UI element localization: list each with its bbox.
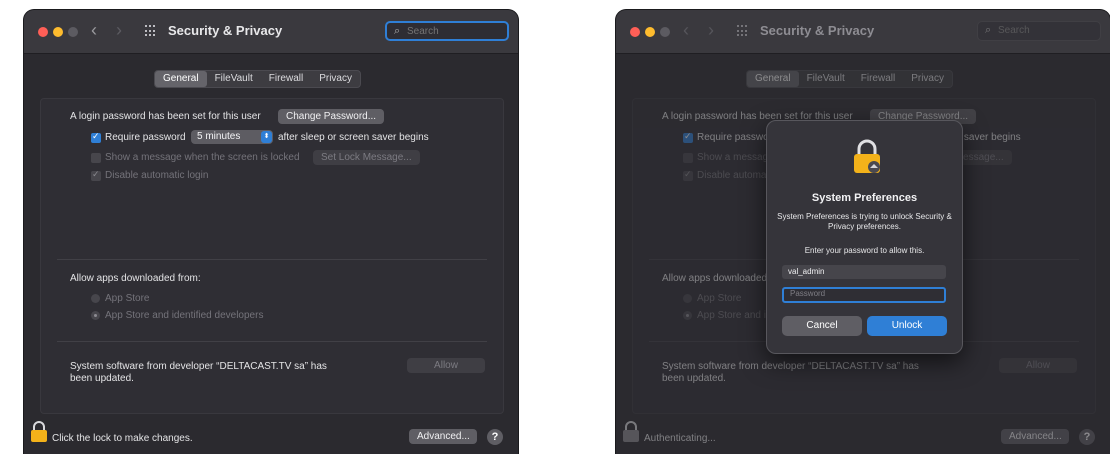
- password-field[interactable]: Password: [782, 287, 946, 303]
- cancel-button[interactable]: Cancel: [782, 316, 862, 336]
- lock-status-text: Authenticating...: [644, 433, 716, 444]
- require-password-checkbox[interactable]: [91, 131, 101, 143]
- help-button[interactable]: ?: [487, 429, 503, 445]
- lock-status-text: Click the lock to make changes.: [52, 433, 193, 444]
- dialog-title: System Preferences: [811, 192, 918, 204]
- dialog-message: System Preferences is trying to unlock S…: [777, 212, 952, 231]
- back-arrow-icon[interactable]: ‹: [683, 20, 689, 41]
- window-title: Security & Privacy: [168, 23, 283, 38]
- tab-firewall[interactable]: Firewall: [261, 71, 311, 87]
- change-password-button[interactable]: Change Password...: [278, 109, 385, 124]
- disable-login-label: Disable automatic login: [105, 170, 209, 181]
- require-interval-value: 5 minutes: [197, 131, 241, 142]
- show-all-grid-icon[interactable]: [737, 25, 749, 37]
- minimize-button[interactable]: [645, 27, 655, 37]
- padlock-icon: [854, 139, 880, 173]
- allow-button[interactable]: Allow: [407, 358, 485, 373]
- after-sleep-label: after sleep or screen saver begins: [278, 132, 429, 143]
- tab-general[interactable]: General: [747, 71, 799, 87]
- require-password-label: Require password: [105, 132, 186, 143]
- tab-filevault[interactable]: FileVault: [207, 71, 261, 87]
- search-input[interactable]: [407, 24, 503, 38]
- show-message-label: Show a message when the screen is locked: [105, 152, 300, 163]
- advanced-button[interactable]: Advanced...: [1001, 429, 1069, 444]
- app-store-radio[interactable]: [683, 294, 692, 303]
- disable-login-checkbox[interactable]: [91, 169, 101, 181]
- minimize-button[interactable]: [53, 27, 63, 37]
- search-field[interactable]: ⌕: [977, 21, 1101, 41]
- require-password-checkbox[interactable]: [683, 131, 693, 143]
- security-privacy-window-authenticating: ‹ › Security & Privacy ⌕ General FileVau…: [616, 10, 1110, 454]
- show-message-checkbox[interactable]: [683, 153, 693, 163]
- lock-icon[interactable]: [622, 421, 640, 443]
- forward-arrow-icon[interactable]: ›: [708, 20, 714, 41]
- set-lock-message-button[interactable]: Set Lock Message...: [313, 150, 420, 165]
- app-store-label: App Store: [105, 293, 150, 304]
- close-button[interactable]: [38, 27, 48, 37]
- window-title: Security & Privacy: [760, 23, 875, 38]
- search-icon: ⌕: [394, 25, 401, 37]
- app-store-developers-label: App Store and identified developers: [105, 310, 264, 321]
- title-bar: ‹ › Security & Privacy ⌕: [24, 10, 518, 54]
- zoom-button[interactable]: [660, 27, 670, 37]
- zoom-button[interactable]: [68, 27, 78, 37]
- app-store-developers-radio[interactable]: [683, 311, 692, 320]
- search-input[interactable]: [998, 23, 1094, 37]
- username-field[interactable]: val_admin: [782, 265, 946, 279]
- unlock-button[interactable]: Unlock: [867, 316, 947, 336]
- footer: Click the lock to make changes. Advanced…: [24, 417, 518, 454]
- search-icon: ⌕: [985, 24, 992, 36]
- disable-login-checkbox[interactable]: [683, 169, 693, 181]
- system-software-text: System software from developer “DELTACAS…: [662, 361, 919, 384]
- general-panel: A login password has been set for this u…: [40, 98, 504, 414]
- app-store-label: App Store: [697, 293, 742, 304]
- divider: [57, 341, 487, 342]
- app-store-radio[interactable]: [91, 294, 100, 303]
- tab-privacy[interactable]: Privacy: [903, 71, 952, 87]
- tab-privacy[interactable]: Privacy: [311, 71, 360, 87]
- tab-firewall[interactable]: Firewall: [853, 71, 903, 87]
- lock-icon[interactable]: [30, 421, 48, 443]
- login-password-label: A login password has been set for this u…: [70, 111, 261, 122]
- tab-filevault[interactable]: FileVault: [799, 71, 853, 87]
- app-store-developers-radio[interactable]: [91, 311, 100, 320]
- allow-button[interactable]: Allow: [999, 358, 1077, 373]
- require-interval-select[interactable]: 5 minutes ⬍: [191, 130, 273, 144]
- help-button[interactable]: ?: [1079, 429, 1095, 445]
- back-arrow-icon[interactable]: ‹: [91, 20, 97, 41]
- tab-general[interactable]: General: [155, 71, 207, 87]
- title-bar: ‹ › Security & Privacy ⌕: [616, 10, 1110, 54]
- security-privacy-window: ‹ › Security & Privacy ⌕ General FileVau…: [24, 10, 518, 454]
- tab-bar: General FileVault Firewall Privacy: [746, 70, 953, 88]
- tab-bar: General FileVault Firewall Privacy: [154, 70, 361, 88]
- chevron-updown-icon: ⬍: [261, 131, 272, 143]
- search-field[interactable]: ⌕: [385, 21, 509, 41]
- close-button[interactable]: [630, 27, 640, 37]
- system-software-text: System software from developer “DELTACAS…: [70, 361, 327, 384]
- show-all-grid-icon[interactable]: [145, 25, 157, 37]
- divider: [57, 259, 487, 260]
- forward-arrow-icon[interactable]: ›: [116, 20, 122, 41]
- advanced-button[interactable]: Advanced...: [409, 429, 477, 444]
- footer: Authenticating... Advanced... ?: [616, 417, 1110, 454]
- authentication-dialog: System Preferences System Preferences is…: [766, 120, 963, 354]
- dialog-prompt: Enter your password to allow this.: [804, 246, 925, 255]
- allow-apps-label: Allow apps downloaded from:: [70, 273, 201, 284]
- show-message-checkbox[interactable]: [91, 153, 101, 163]
